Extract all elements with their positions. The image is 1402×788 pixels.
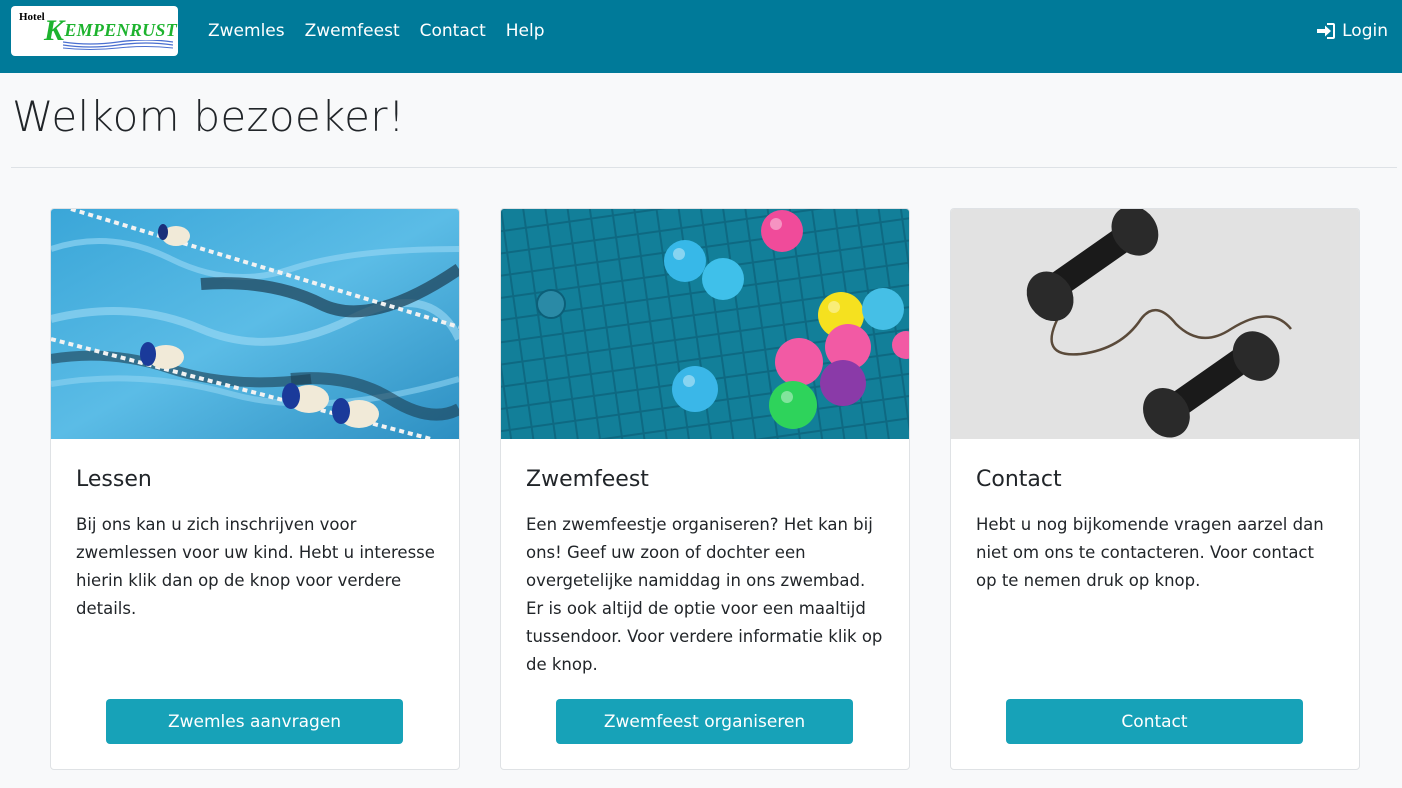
card-text: Een zwemfeestje organiseren? Het kan bij…	[526, 515, 883, 674]
logo-waves-icon	[63, 40, 173, 50]
nav-link-contact[interactable]: Contact	[410, 21, 496, 41]
card-title: Zwemfeest	[526, 467, 649, 492]
zwemfeest-organiseren-button[interactable]: Zwemfeest organiseren	[556, 699, 853, 744]
card-title: Contact	[976, 467, 1062, 492]
sign-in-icon	[1317, 23, 1336, 39]
pool-balls-image	[501, 209, 909, 439]
card-text: Bij ons kan u zich inschrijven voor zwem…	[76, 515, 435, 618]
nav-links: Zwemles Zwemfeest Contact Help	[198, 0, 555, 62]
card-zwemfeest: Zwemfeest Een zwemfeestje organiseren? H…	[500, 208, 910, 770]
card-contact: Contact Hebt u nog bijkomende vragen aar…	[950, 208, 1360, 770]
card-title: Lessen	[76, 467, 152, 492]
logo-hotel-text: Hotel	[19, 11, 45, 23]
navbar: Hotel KEMPENRUST Zwemles Zwemfeest Conta…	[0, 0, 1402, 73]
login-label: Login	[1342, 21, 1388, 41]
page-title: Welkom bezoeker!	[12, 92, 406, 141]
hotel-logo[interactable]: Hotel KEMPENRUST	[11, 6, 178, 56]
login-link[interactable]: Login	[1316, 0, 1388, 62]
swimming-lane-image	[51, 209, 459, 439]
nav-link-zwemfeest[interactable]: Zwemfeest	[295, 21, 410, 41]
card-lessen: Lessen Bij ons kan u zich inschrijven vo…	[50, 208, 460, 770]
zwemles-aanvragen-button[interactable]: Zwemles aanvragen	[106, 699, 403, 744]
telephone-image	[951, 209, 1359, 439]
contact-button[interactable]: Contact	[1006, 699, 1303, 744]
title-divider	[11, 167, 1397, 168]
card-text: Hebt u nog bijkomende vragen aarzel dan …	[976, 515, 1324, 590]
nav-link-zwemles[interactable]: Zwemles	[198, 21, 295, 41]
nav-link-help[interactable]: Help	[496, 21, 555, 41]
